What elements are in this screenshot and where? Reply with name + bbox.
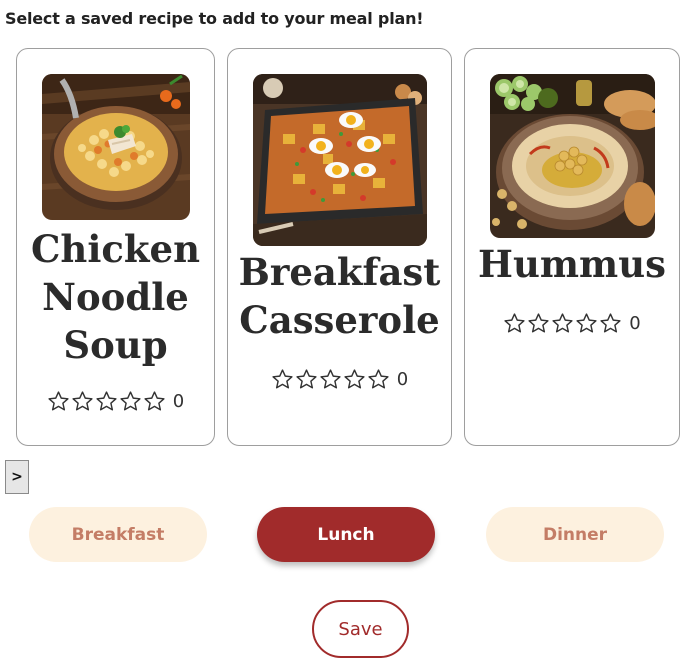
rating-count: 0	[629, 313, 641, 334]
recipe-card-hummus[interactable]: Hummus 0	[464, 48, 680, 446]
star-outline-icon[interactable]	[143, 390, 166, 413]
soup-bowl-image	[42, 74, 190, 220]
star-outline-icon[interactable]	[271, 368, 294, 391]
recipe-title: Breakfast Casserole	[238, 250, 441, 342]
rating-count: 0	[396, 369, 409, 390]
recipe-title: Hummus	[478, 242, 666, 286]
recipe-card-breakfast-casserole[interactable]: Breakfast Casserole 0	[227, 48, 452, 446]
rating-stars[interactable]	[47, 390, 166, 413]
star-rating: 0	[465, 312, 679, 335]
star-outline-icon[interactable]	[575, 312, 598, 335]
rating-stars[interactable]	[503, 312, 622, 335]
star-outline-icon[interactable]	[527, 312, 550, 335]
carousel-next-button[interactable]: >	[5, 460, 29, 494]
meal-type-dinner-button[interactable]: Dinner	[486, 507, 664, 562]
rating-count: 0	[172, 391, 185, 412]
star-outline-icon[interactable]	[319, 368, 342, 391]
page-heading: Select a saved recipe to add to your mea…	[5, 9, 424, 28]
star-outline-icon[interactable]	[47, 390, 70, 413]
rating-stars[interactable]	[271, 368, 390, 391]
star-outline-icon[interactable]	[119, 390, 142, 413]
hummus-bowl-image	[490, 74, 655, 238]
star-outline-icon[interactable]	[71, 390, 94, 413]
meal-type-breakfast-button[interactable]: Breakfast	[29, 507, 207, 562]
star-outline-icon[interactable]	[551, 312, 574, 335]
star-rating: 0	[228, 368, 451, 391]
meal-type-lunch-button[interactable]: Lunch	[257, 507, 435, 562]
star-outline-icon[interactable]	[503, 312, 526, 335]
star-outline-icon[interactable]	[343, 368, 366, 391]
save-button[interactable]: Save	[312, 600, 409, 658]
recipe-card-chicken-noodle-soup[interactable]: Chicken Noodle Soup 0	[16, 48, 215, 446]
star-outline-icon[interactable]	[295, 368, 318, 391]
star-outline-icon[interactable]	[95, 390, 118, 413]
recipe-title: Chicken Noodle Soup	[30, 227, 200, 367]
star-rating: 0	[17, 390, 214, 413]
casserole-dish-image	[253, 74, 427, 246]
star-outline-icon[interactable]	[599, 312, 622, 335]
star-outline-icon[interactable]	[367, 368, 390, 391]
